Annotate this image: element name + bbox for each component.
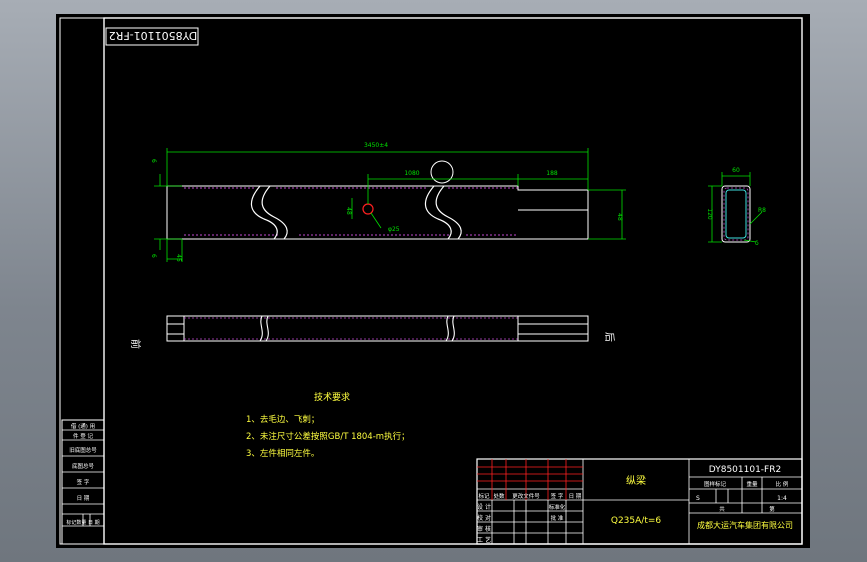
svg-text:3450±4: 3450±4 (364, 142, 388, 149)
svg-text:批 准: 批 准 (551, 514, 564, 522)
svg-text:更改文件号: 更改文件号 (512, 492, 540, 500)
svg-text:工 艺: 工 艺 (477, 536, 491, 544)
material: Q235A/t=6 (611, 516, 662, 526)
svg-text:1080: 1080 (404, 170, 419, 177)
svg-text:φ25: φ25 (388, 226, 400, 233)
svg-text:比 例: 比 例 (776, 480, 789, 488)
svg-text:重量: 重量 (746, 480, 758, 488)
title-block: 标记 处数 更改文件号 签 字 日 期 设 计 校 对 审 核 工 艺 标准化 … (476, 458, 803, 545)
svg-text:签 字: 签 字 (551, 492, 564, 500)
svg-text:前: 前 (129, 339, 142, 349)
drawing-sheet: DY8501101-FR2 3450±4 1080 188 48 48 φ25 (59, 17, 803, 545)
svg-text:2、未注尺寸公差按照GB/T 1804-m执行；: 2、未注尺寸公差按照GB/T 1804-m执行； (246, 431, 410, 442)
svg-text:1、去毛边、飞刺；: 1、去毛边、飞刺； (246, 414, 319, 425)
svg-text:图样标记: 图样标记 (704, 480, 727, 488)
svg-text:件 登 记: 件 登 记 (73, 432, 93, 440)
svg-text:后: 后 (603, 332, 615, 342)
svg-text:校 对: 校 对 (477, 514, 491, 522)
cross-section: 60 120 R8 δ (706, 167, 766, 247)
svg-text:60: 60 (732, 167, 740, 174)
beam-side-view: 前 后 (129, 315, 615, 349)
inner-border (103, 17, 803, 545)
svg-text:底图总号: 底图总号 (72, 462, 95, 470)
detail-circle (430, 160, 454, 184)
part-name: 纵梁 (626, 474, 646, 487)
tech-title: 技术要求 (314, 391, 350, 403)
svg-text:120: 120 (706, 208, 713, 220)
drawing-number: DY8501101-FR2 (709, 465, 781, 475)
outer-border (59, 17, 803, 545)
mirrored-code-box: DY8501101-FR2 (105, 27, 199, 46)
svg-text:审 核: 审 核 (477, 525, 491, 533)
company-name: 成都大运汽车集团有限公司 (697, 520, 793, 530)
tech-requirements: 技术要求 1、去毛边、飞刺； 2、未注尺寸公差按照GB/T 1804-m执行； … (246, 391, 410, 459)
svg-text:48: 48 (345, 207, 352, 215)
beam-plan-view (166, 160, 589, 240)
svg-text:标准化: 标准化 (549, 503, 566, 511)
svg-text:标记: 标记 (478, 492, 490, 500)
left-side-table: 借 (通) 用 件 登 记 旧底图总号 底图总号 签 字 日 期 标记数量 日 … (61, 419, 105, 545)
svg-text:188: 188 (546, 170, 558, 177)
svg-text:S: S (696, 495, 700, 502)
cad-viewport[interactable]: DY8501101-FR2 3450±4 1080 188 48 48 φ25 (56, 14, 810, 548)
svg-text:第: 第 (769, 505, 775, 513)
svg-text:借 (通) 用: 借 (通) 用 (71, 422, 95, 430)
svg-text:标记数量 日 期: 标记数量 日 期 (66, 519, 99, 526)
svg-text:旧底图总号: 旧底图总号 (69, 446, 97, 454)
mirrored-code: DY8501101-FR2 (109, 29, 198, 42)
svg-text:6: 6 (150, 254, 157, 258)
svg-text:48: 48 (616, 213, 623, 221)
svg-text:1:4: 1:4 (777, 495, 787, 502)
svg-text:δ: δ (755, 240, 759, 247)
svg-text:共: 共 (719, 505, 725, 513)
svg-text:R8: R8 (758, 207, 766, 214)
svg-text:签 字: 签 字 (77, 478, 90, 486)
svg-text:处数: 处数 (493, 492, 505, 500)
svg-text:3、左件相同左件。: 3、左件相同左件。 (246, 448, 319, 459)
svg-text:设 计: 设 计 (477, 503, 491, 511)
svg-text:日 期: 日 期 (569, 493, 582, 500)
svg-text:45: 45 (175, 254, 182, 262)
dimensions: 3450±4 1080 188 48 48 φ25 45 6 6 (150, 142, 626, 262)
svg-text:日 期: 日 期 (77, 495, 90, 502)
svg-text:6: 6 (150, 159, 157, 163)
hole-mark (362, 203, 374, 215)
